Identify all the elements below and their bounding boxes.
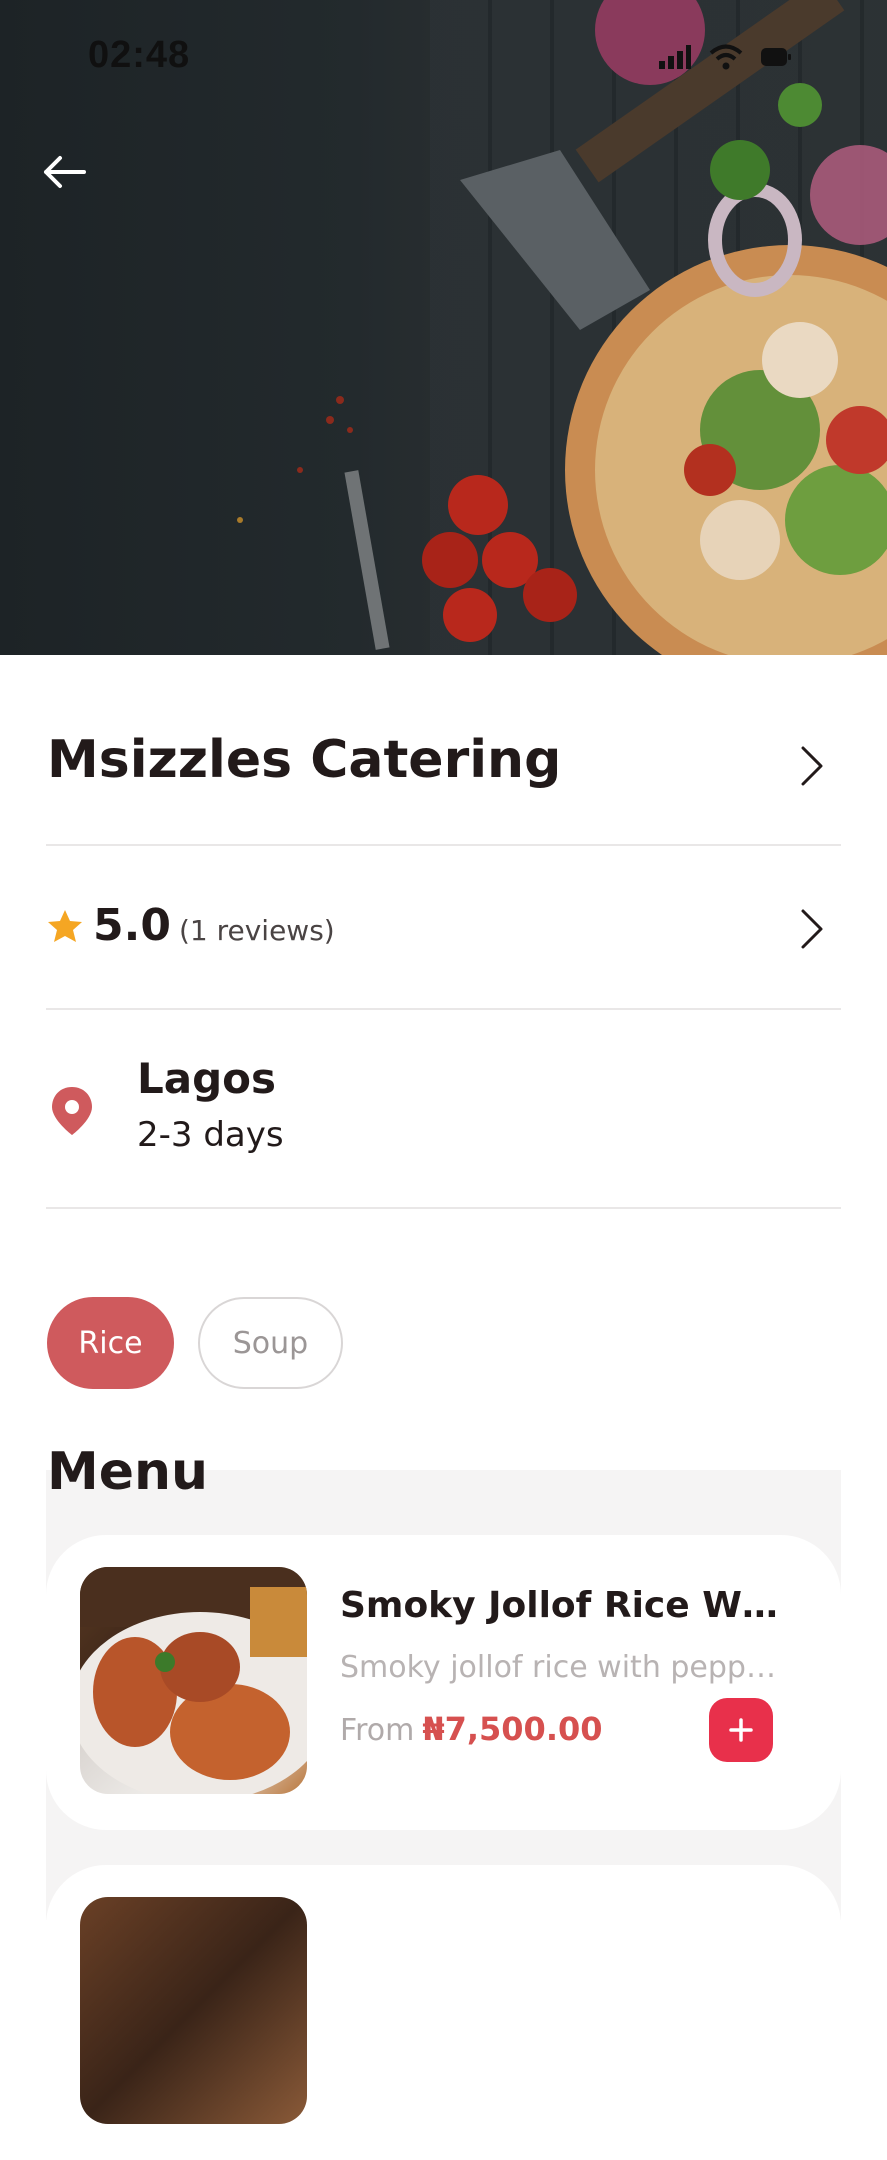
rating-summary: 5.0 (1 reviews) [47, 900, 335, 951]
chevron-right-icon [801, 746, 823, 786]
battery-icon [761, 48, 791, 66]
add-to-cart-button[interactable] [709, 1698, 773, 1762]
divider [46, 1008, 841, 1010]
star-icon [48, 909, 82, 942]
rating-value: 5.0 [93, 900, 171, 951]
category-chip-rice[interactable]: Rice [47, 1297, 174, 1389]
hero-image [0, 0, 887, 655]
chevron-right-icon [801, 909, 823, 949]
menu-item-card[interactable]: Smoky Jollof Rice With C... Smoky jollof… [46, 1535, 841, 1830]
signal-icon [659, 45, 691, 69]
menu-item-card[interactable] [46, 1865, 841, 2160]
menu-title: Menu [47, 1442, 209, 1502]
wifi-icon [709, 44, 743, 70]
divider [46, 844, 841, 846]
price-prefix: From [340, 1713, 415, 1748]
back-arrow-icon[interactable] [38, 146, 90, 198]
status-time: 02:48 [88, 34, 191, 76]
hero-food-illustration [237, 0, 887, 655]
divider [46, 1207, 841, 1209]
menu-item-price-row: From ₦7,500.00 [340, 1710, 603, 1748]
menu-item-image [80, 1567, 307, 1794]
menu-item-image [80, 1897, 307, 2124]
delivery-time: 2-3 days [137, 1115, 284, 1155]
menu-item-price: ₦7,500.00 [422, 1710, 603, 1748]
location-city: Lagos [137, 1054, 277, 1103]
menu-item-name: Smoky Jollof Rice With C... [340, 1585, 790, 1626]
food-plate-illustration [80, 1567, 307, 1794]
status-icons [659, 44, 791, 70]
category-chip-soup[interactable]: Soup [198, 1297, 343, 1389]
review-count: (1 reviews) [178, 914, 335, 947]
vendor-name: Msizzles Catering [47, 730, 562, 790]
plus-icon [729, 1718, 753, 1742]
menu-item-description: Smoky jollof rice with peppe... [340, 1650, 780, 1685]
location-pin-icon [52, 1087, 92, 1135]
